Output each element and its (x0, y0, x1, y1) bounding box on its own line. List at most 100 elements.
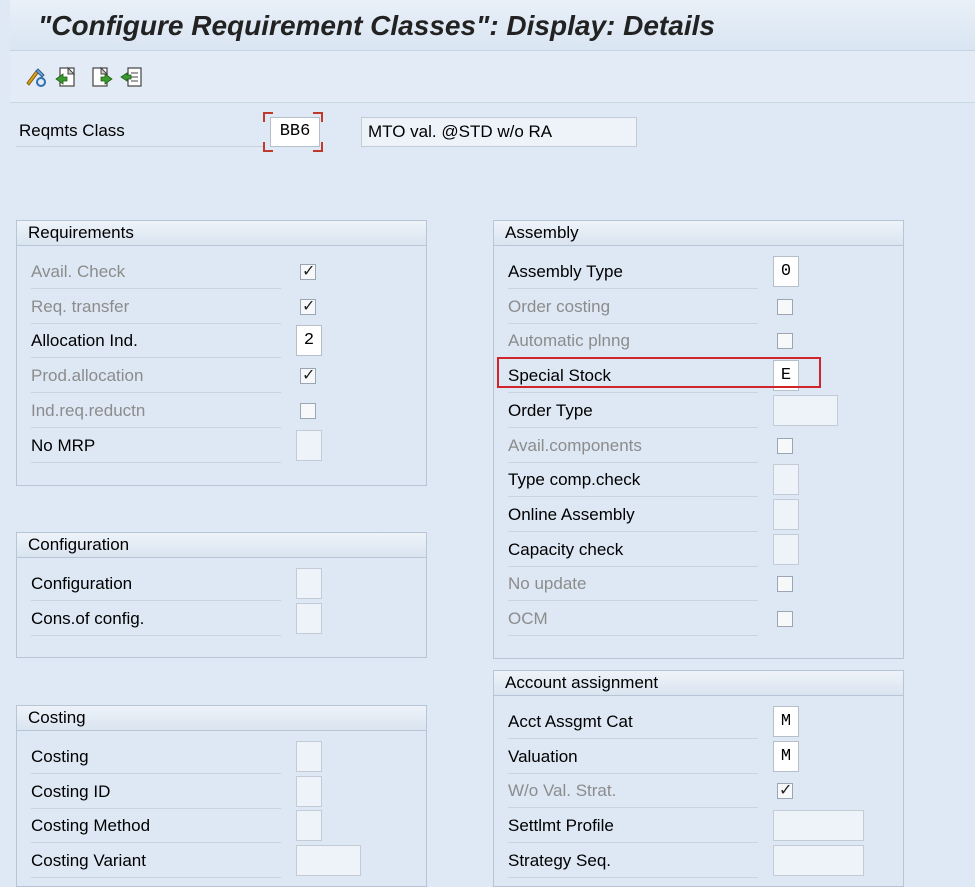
avail-components-checkbox[interactable] (777, 437, 793, 454)
settlmt-profile-label: Settlmt Profile (508, 809, 758, 844)
no-update-checkbox[interactable] (777, 576, 793, 593)
configuration-group: Configuration Configuration Cons.of confi… (16, 532, 427, 658)
valuation-label: Valuation (508, 740, 758, 774)
w-o-val-strat-label: W/o Val. Strat. (508, 774, 758, 809)
configuration-label: Configuration (31, 567, 281, 601)
row-order-type: Order Type (508, 394, 868, 428)
costing-variant-label: Costing Variant (31, 844, 281, 879)
reqmts-class-label: Reqmts Class (16, 116, 265, 147)
req-transfer-label: Req. transfer (31, 290, 281, 324)
acct-assgmt-cat-label: Acct Assgmt Cat (508, 705, 758, 739)
focus-frame (263, 112, 323, 152)
other-entry-icon[interactable] (120, 65, 144, 89)
row-prod-allocation: Prod.allocation (31, 359, 391, 394)
ind-req-reductn-checkbox[interactable] (300, 402, 316, 419)
capacity-check-field[interactable] (773, 533, 799, 565)
display-change-icon[interactable] (24, 65, 48, 89)
type-comp-check-label: Type comp.check (508, 463, 758, 498)
w-o-val-strat-checkbox[interactable] (777, 780, 793, 800)
row-acct-assgmt-cat: Acct Assgmt Cat M (508, 705, 868, 739)
online-assembly-label: Online Assembly (508, 498, 758, 532)
online-assembly-field[interactable] (773, 498, 799, 530)
row-req-transfer: Req. transfer (31, 290, 391, 324)
row-ocm: OCM (508, 602, 868, 636)
row-type-comp-check: Type comp.check (508, 463, 868, 498)
requirements-group-title: Requirements (17, 221, 426, 246)
page-title: "Configure Requirement Classes": Display… (38, 10, 715, 41)
ind-req-reductn-label: Ind.req.reductn (31, 394, 281, 428)
strategy-seq-label: Strategy Seq. (508, 844, 758, 878)
avail-check-checkbox[interactable] (300, 261, 316, 280)
assembly-group: Assembly Assembly Type 0 Order costing Auto… (493, 220, 904, 659)
automatic-plnng-label: Automatic plnng (508, 324, 758, 359)
ocm-label: OCM (508, 602, 758, 636)
req-transfer-checkbox[interactable] (300, 296, 316, 315)
costing-variant-field[interactable] (296, 845, 361, 877)
costing-group-title: Costing (17, 706, 426, 731)
row-avail-check: Avail. Check (31, 255, 391, 289)
row-capacity-check: Capacity check (508, 533, 868, 567)
application-toolbar (10, 51, 975, 103)
title-bar: "Configure Requirement Classes": Display… (10, 0, 975, 51)
order-costing-label: Order costing (508, 290, 758, 324)
assembly-type-field[interactable]: 0 (773, 256, 799, 287)
row-costing-id: Costing ID (31, 775, 391, 809)
avail-components-label: Avail.components (508, 429, 758, 463)
configuration-group-title: Configuration (17, 533, 426, 558)
allocation-ind-label: Allocation Ind. (31, 324, 281, 359)
costing-group: Costing Costing Costing ID Costing Method C… (16, 705, 427, 887)
settlmt-profile-field[interactable] (773, 810, 864, 842)
assembly-group-title: Assembly (494, 221, 903, 246)
no-update-label: No update (508, 567, 758, 602)
row-allocation-ind: Allocation Ind. 2 (31, 324, 391, 359)
costing-method-field[interactable] (296, 810, 322, 842)
costing-method-label: Costing Method (31, 809, 281, 844)
row-automatic-plnng: Automatic plnng (508, 324, 868, 359)
no-mrp-label: No MRP (31, 429, 281, 463)
row-order-costing: Order costing (508, 290, 868, 324)
costing-field[interactable] (296, 741, 322, 772)
row-settlmt-profile: Settlmt Profile (508, 809, 868, 844)
order-type-label: Order Type (508, 394, 758, 428)
special-stock-highlight (497, 357, 821, 388)
row-no-update: No update (508, 567, 868, 602)
capacity-check-label: Capacity check (508, 533, 758, 567)
reqmts-class-description: MTO val. @STD w/o RA (361, 117, 637, 147)
row-ind-req-reductn: Ind.req.reductn (31, 394, 391, 428)
row-strategy-seq: Strategy Seq. (508, 844, 868, 878)
configuration-field[interactable] (296, 568, 322, 599)
requirements-group: Requirements Avail. CheckReq. transferAl… (16, 220, 427, 486)
cons-of-config-label: Cons.of config. (31, 602, 281, 636)
row-configuration: Configuration (31, 567, 391, 601)
row-w-o-val-strat: W/o Val. Strat. (508, 774, 868, 809)
previous-entry-icon[interactable] (54, 65, 78, 89)
row-valuation: Valuation M (508, 740, 868, 774)
automatic-plnng-checkbox[interactable] (777, 333, 793, 350)
no-mrp-field[interactable] (296, 429, 322, 461)
allocation-ind-field[interactable]: 2 (296, 325, 322, 357)
order-costing-checkbox[interactable] (777, 298, 793, 315)
account-assignment-group: Account assignment Acct Assgmt Cat M Valua… (493, 670, 904, 887)
row-costing-method: Costing Method (31, 809, 391, 844)
order-type-field[interactable] (773, 394, 838, 426)
avail-check-label: Avail. Check (31, 255, 281, 289)
row-no-mrp: No MRP (31, 429, 391, 463)
strategy-seq-field[interactable] (773, 844, 864, 876)
acct-assgmt-cat-field[interactable]: M (773, 706, 799, 737)
valuation-field[interactable]: M (773, 740, 799, 772)
row-avail-components: Avail.components (508, 429, 868, 463)
costing-id-field[interactable] (296, 775, 322, 807)
cons-of-config-field[interactable] (296, 602, 322, 634)
row-cons-of-config: Cons.of config. (31, 602, 391, 636)
next-entry-icon[interactable] (90, 65, 114, 89)
row-online-assembly: Online Assembly (508, 498, 868, 532)
type-comp-check-field[interactable] (773, 464, 799, 496)
ocm-checkbox[interactable] (777, 611, 793, 627)
assembly-type-label: Assembly Type (508, 255, 758, 289)
row-costing: Costing (31, 740, 391, 774)
prod-allocation-label: Prod.allocation (31, 359, 281, 394)
costing-label: Costing (31, 740, 281, 774)
row-assembly-type: Assembly Type 0 (508, 255, 868, 289)
costing-id-label: Costing ID (31, 775, 281, 809)
prod-allocation-checkbox[interactable] (300, 365, 316, 385)
